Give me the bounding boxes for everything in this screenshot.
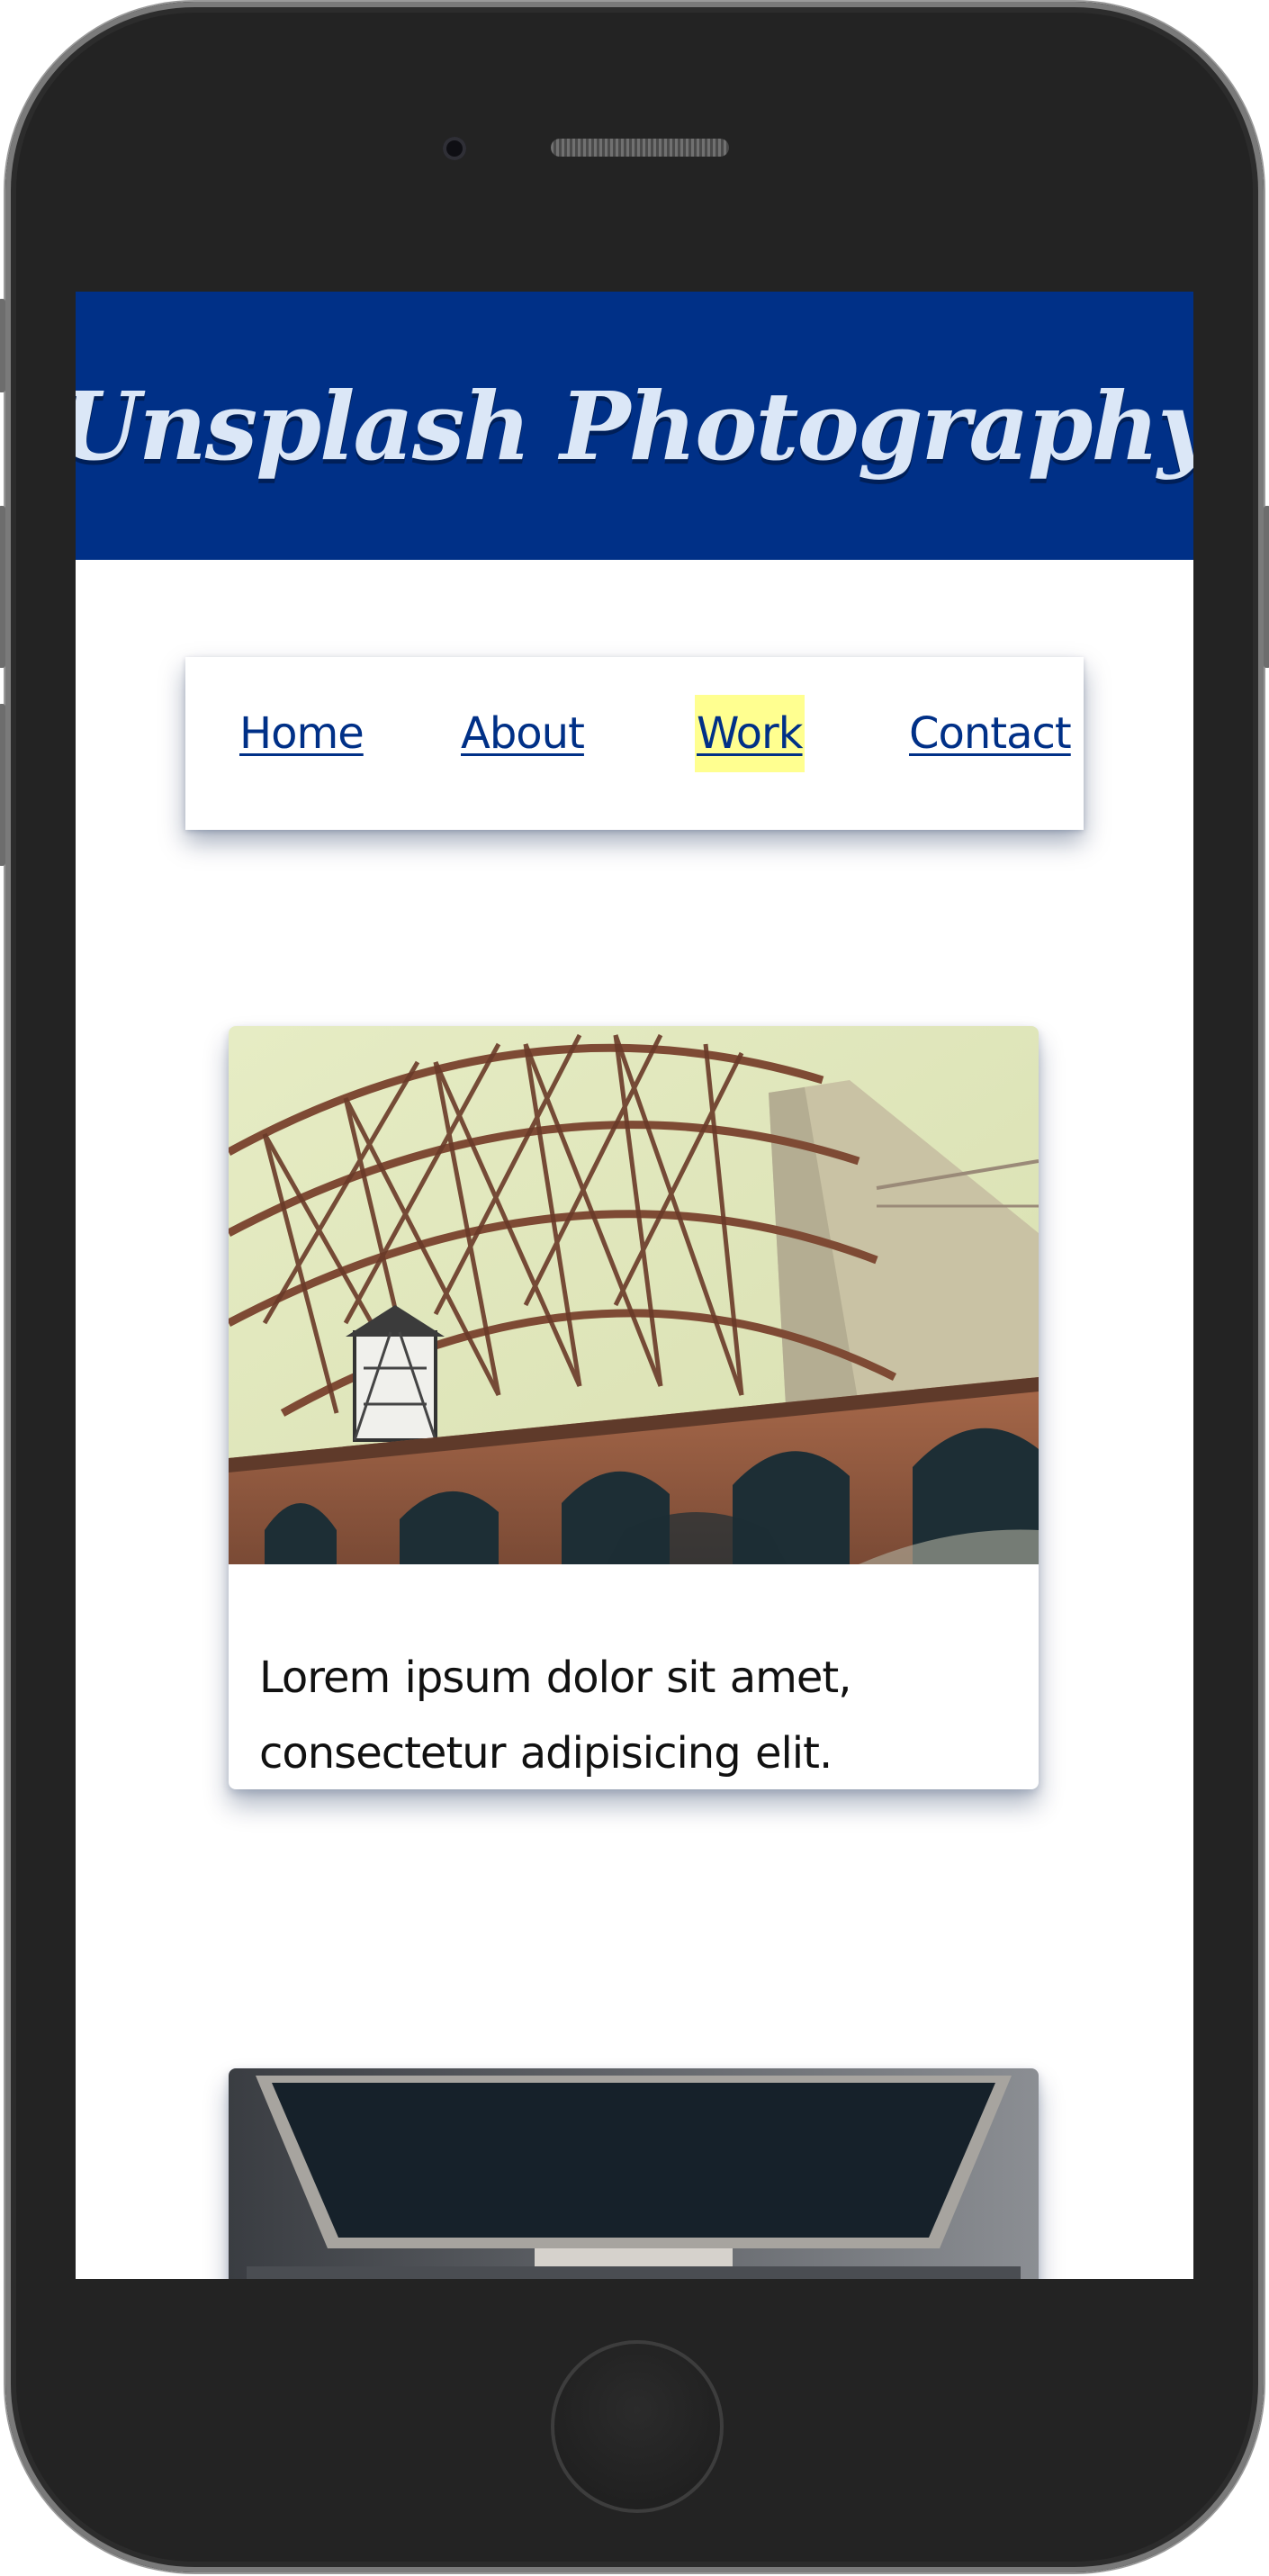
nav-link-work[interactable]: Work xyxy=(695,695,805,772)
nav-link-contact[interactable]: Contact xyxy=(907,695,1073,772)
volume-up-button xyxy=(0,506,5,668)
main-nav: Home About Work Contact xyxy=(185,657,1084,830)
site-title: Unsplash Photography xyxy=(76,370,1193,482)
photo-card xyxy=(229,2068,1039,2279)
nav-link-about[interactable]: About xyxy=(459,695,586,772)
home-button[interactable] xyxy=(551,2340,724,2513)
silent-switch xyxy=(0,299,5,392)
phone-screen: Unsplash Photography Home About Work Con… xyxy=(76,292,1193,2279)
nav-link-home[interactable]: Home xyxy=(238,695,365,772)
site-header: Unsplash Photography xyxy=(76,292,1193,560)
front-camera xyxy=(443,137,466,160)
phone-frame: Unsplash Photography Home About Work Con… xyxy=(0,2,1269,2572)
power-button xyxy=(1264,506,1269,668)
photo-card: Lorem ipsum dolor sit amet, consectetur … xyxy=(229,1026,1039,1789)
desk-monitor-photo xyxy=(229,2068,1039,2279)
volume-down-button xyxy=(0,704,5,866)
card-description: Lorem ipsum dolor sit amet, consectetur … xyxy=(259,1653,851,1779)
bridge-arches-photo xyxy=(229,1026,1039,1564)
earpiece-speaker xyxy=(551,139,729,157)
